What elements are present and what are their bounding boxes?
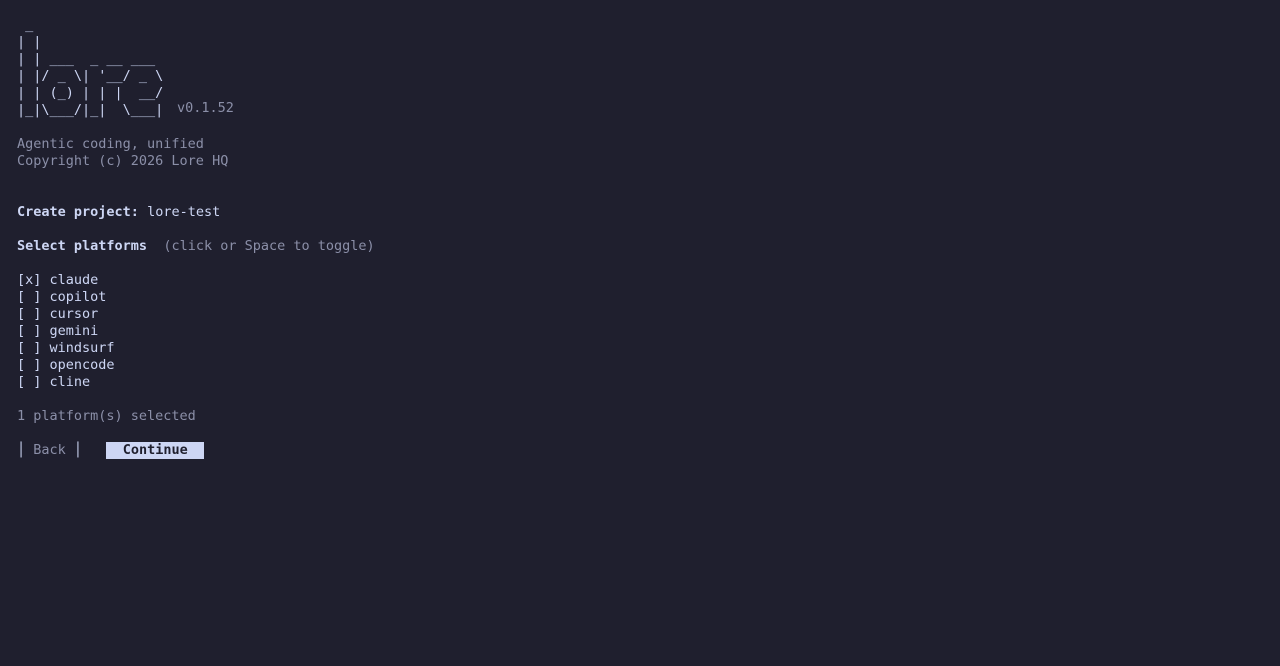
continue-button[interactable]: Continue (106, 442, 204, 459)
copyright: Copyright (c) 2026 Lore HQ (17, 153, 229, 169)
project-name: lore-test (147, 204, 221, 220)
back-button[interactable]: Back (33, 442, 66, 459)
platform-option-cline[interactable]: [ ] cline (17, 374, 1257, 391)
selection-status: 1 platform(s) selected (17, 408, 196, 424)
tagline: Agentic coding, unified (17, 136, 204, 152)
select-platforms-hint: (click or Space to toggle) (163, 238, 375, 254)
select-platforms-line: Select platforms (click or Space to togg… (17, 238, 1257, 255)
platform-name: opencode (49, 357, 115, 373)
platform-name: cline (49, 374, 91, 390)
platform-name: cursor (49, 306, 99, 322)
checkbox[interactable]: [ ] (17, 374, 41, 390)
select-platforms-heading: Select platforms (17, 238, 148, 254)
checkbox[interactable]: [ ] (17, 357, 41, 373)
platform-name: windsurf (49, 340, 115, 356)
create-project-line: Create project: lore-test (17, 204, 1257, 221)
platform-option-gemini[interactable]: [ ] gemini (17, 323, 1257, 340)
platform-option-windsurf[interactable]: [ ] windsurf (17, 340, 1257, 357)
platform-option-copilot[interactable]: [ ] copilot (17, 289, 1257, 306)
logo-block: _ | | | | ___ _ __ ___ | |/ _ \| '__/ _ … (17, 17, 1257, 119)
continue-label: Continue (122, 442, 188, 458)
checkbox[interactable]: [ ] (17, 289, 41, 305)
platform-option-cursor[interactable]: [ ] cursor (17, 306, 1257, 323)
button-row: │ Back │ Continue (17, 442, 1257, 459)
version-label: v0.1.52 (177, 100, 234, 116)
checkbox[interactable]: [ ] (17, 306, 41, 322)
checkbox[interactable]: [ ] (17, 323, 41, 339)
checkbox[interactable]: [ ] (17, 340, 41, 356)
platform-name: copilot (49, 289, 107, 305)
divider: │ (65, 442, 107, 458)
platform-list: [x] claude [ ] copilot [ ] cursor [ ] ge… (17, 272, 1257, 391)
platform-option-claude[interactable]: [x] claude (17, 272, 1257, 289)
platform-name: claude (49, 272, 99, 288)
terminal-screen: _ | | | | ___ _ __ ___ | |/ _ \| '__/ _ … (17, 17, 1257, 459)
platform-name: gemini (49, 323, 99, 339)
checkbox[interactable]: [x] (17, 272, 41, 288)
divider: │ (17, 442, 34, 458)
create-project-label: Create project: (17, 204, 139, 220)
platform-option-opencode[interactable]: [ ] opencode (17, 357, 1257, 374)
